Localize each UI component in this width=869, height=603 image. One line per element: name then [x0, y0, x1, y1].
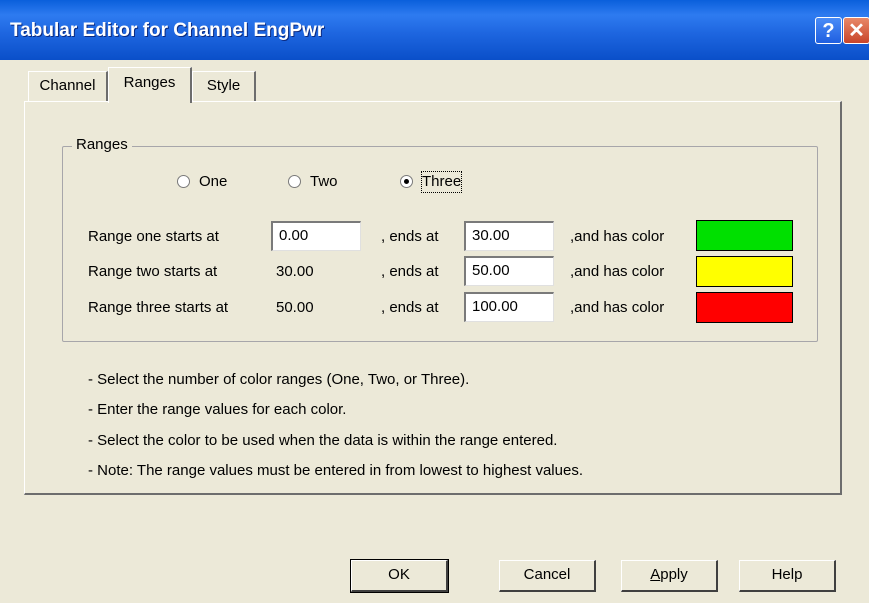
radio-two-dot[interactable]	[288, 175, 301, 188]
range-three-color-swatch[interactable]	[696, 292, 793, 323]
dialog-window: Tabular Editor for Channel EngPwr ? ✕ Ch…	[0, 0, 869, 603]
apply-rest: pply	[660, 566, 688, 583]
range-two-start-value: 30.00	[276, 263, 314, 280]
radio-three-dot[interactable]	[400, 175, 413, 188]
tab-style[interactable]: Style	[192, 71, 256, 101]
range-one-color-swatch[interactable]	[696, 220, 793, 251]
instruction-note: - Select the number of color ranges (One…	[88, 371, 470, 388]
ok-button[interactable]: OK	[350, 559, 449, 593]
range-three-start-value: 50.00	[276, 299, 314, 316]
help-icon[interactable]: ?	[815, 17, 842, 44]
range-one-end-input[interactable]: 30.00	[464, 221, 554, 251]
range-one-start-input[interactable]: 0.00	[271, 221, 361, 251]
close-icon[interactable]: ✕	[843, 17, 869, 44]
range-two-ends-label: , ends at	[381, 263, 439, 280]
apply-accel: A	[650, 566, 661, 583]
range-two-label: Range two starts at	[88, 263, 218, 280]
tab-channel[interactable]: Channel	[28, 71, 108, 101]
help-button[interactable]: Help	[739, 560, 836, 592]
instruction-note: - Note: The range values must be entered…	[88, 462, 583, 479]
ranges-group-label: Ranges	[72, 136, 132, 153]
window-title: Tabular Editor for Channel EngPwr	[10, 20, 325, 41]
cancel-button[interactable]: Cancel	[499, 560, 596, 592]
instruction-note: - Select the color to be used when the d…	[88, 432, 558, 449]
range-one-color-label: ,and has color	[570, 228, 665, 245]
range-three-ends-label: , ends at	[381, 299, 439, 316]
radio-two-label: Two	[310, 173, 338, 190]
range-two-color-label: ,and has color	[570, 263, 665, 280]
instruction-note: - Enter the range values for each color.	[88, 401, 347, 418]
radio-one-label: One	[199, 173, 228, 190]
apply-button[interactable]: Apply	[621, 560, 718, 592]
range-three-label: Range three starts at	[88, 299, 229, 316]
range-two-color-swatch[interactable]	[696, 256, 793, 287]
range-two-end-input[interactable]: 50.00	[464, 256, 554, 286]
radio-one-dot[interactable]	[177, 175, 190, 188]
title-bar[interactable]: Tabular Editor for Channel EngPwr ? ✕	[0, 0, 869, 60]
range-one-ends-label: , ends at	[381, 228, 439, 245]
radio-three-label: Three	[420, 171, 463, 193]
range-three-color-label: ,and has color	[570, 299, 665, 316]
range-one-label: Range one starts at	[88, 228, 219, 245]
tab-ranges[interactable]: Ranges	[108, 67, 192, 103]
range-three-end-input[interactable]: 100.00	[464, 292, 554, 322]
